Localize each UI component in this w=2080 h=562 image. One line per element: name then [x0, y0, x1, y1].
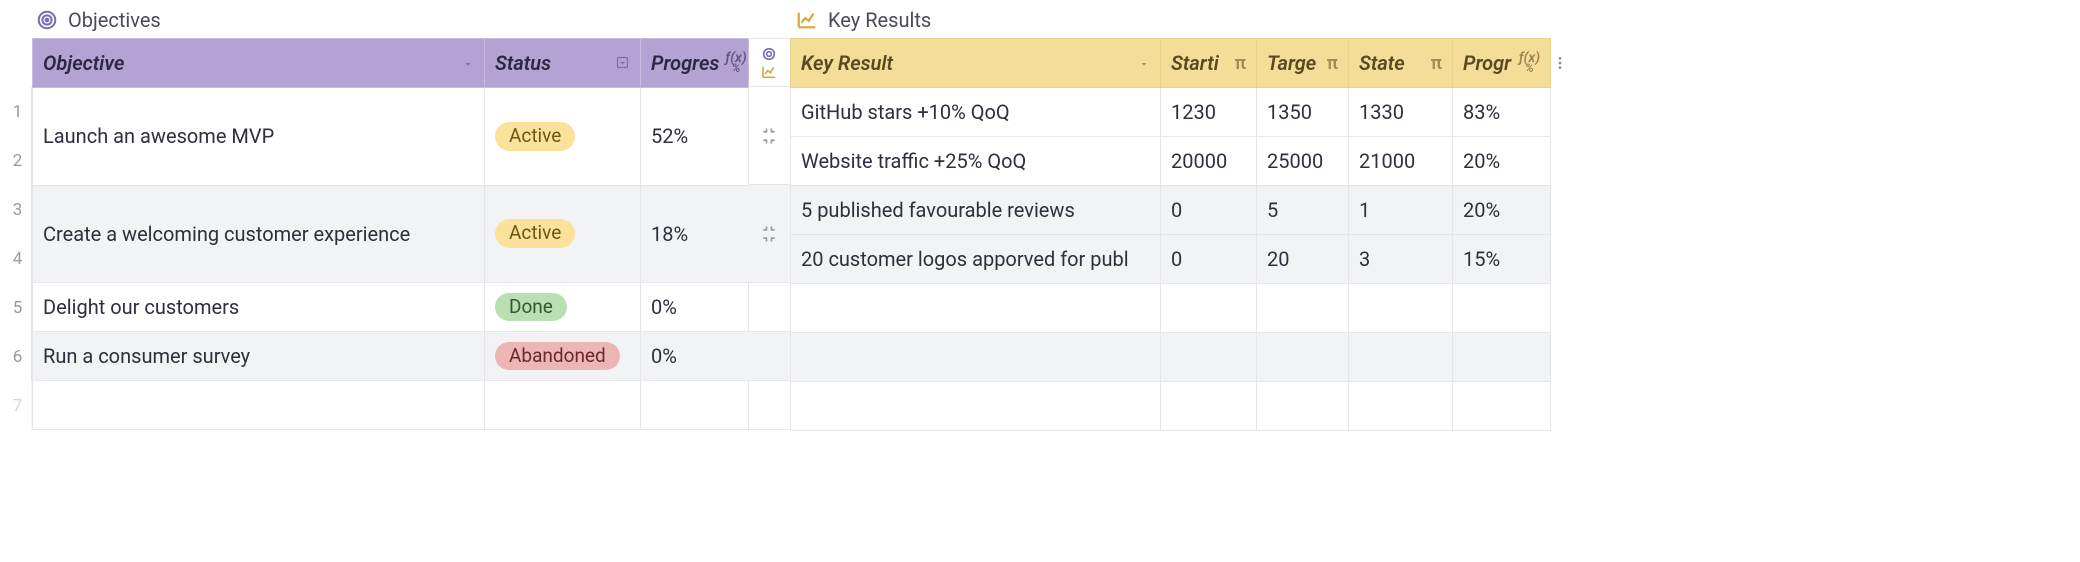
cell-progress[interactable]: 0%: [641, 283, 749, 332]
table-row[interactable]: 20 customer logos apporved for publ 0 20…: [791, 235, 1551, 284]
target-icon: [761, 46, 777, 62]
link-cell-empty: [748, 332, 790, 381]
row-number: 4: [4, 234, 32, 283]
link-col-header: [748, 38, 790, 87]
col-status[interactable]: Status: [485, 39, 641, 88]
row-number: 7: [4, 381, 32, 430]
cell-objective[interactable]: Launch an awesome MVP: [33, 88, 485, 186]
cell-state[interactable]: 1: [1349, 186, 1453, 235]
row-number: 1: [4, 87, 32, 136]
keyresults-title: Key Results: [828, 8, 931, 32]
cell-keyresult[interactable]: GitHub stars +10% QoQ: [791, 88, 1161, 137]
cell-keyresult[interactable]: 20 customer logos apporved for publ: [791, 235, 1161, 284]
cell-progress[interactable]: 18%: [641, 185, 749, 283]
link-cell-empty: [748, 283, 790, 332]
cell-starting[interactable]: 0: [1161, 186, 1257, 235]
cell-status[interactable]: Active: [485, 185, 641, 283]
cell-target[interactable]: 1350: [1257, 88, 1349, 137]
objectives-table[interactable]: Objective Status: [32, 38, 749, 430]
keyresults-header: Key Results: [790, 4, 2076, 38]
cell-target[interactable]: 5: [1257, 186, 1349, 235]
dropdown-icon[interactable]: [615, 51, 630, 75]
chart-line-icon: [796, 9, 818, 31]
col-objective[interactable]: Objective: [33, 39, 485, 88]
table-row[interactable]: GitHub stars +10% QoQ 1230 1350 1330 83%: [791, 88, 1551, 137]
col-label: State: [1359, 51, 1405, 75]
collapse-button[interactable]: [748, 87, 790, 185]
row-number-gutter: 1 2 3 4 5 6 7: [4, 38, 32, 430]
col-label: Progres: [651, 51, 719, 75]
col-key-result[interactable]: Key Result: [791, 39, 1161, 88]
col-label: Progr: [1463, 51, 1511, 75]
objectives-title: Objectives: [68, 8, 161, 32]
collapse-button[interactable]: [748, 185, 790, 283]
cell-state[interactable]: 1330: [1349, 88, 1453, 137]
objectives-header: Objectives: [4, 4, 748, 38]
cell-status[interactable]: Abandoned: [485, 332, 641, 381]
cell-starting[interactable]: 0: [1161, 235, 1257, 284]
pi-icon: π: [1431, 53, 1442, 74]
cell-keyresult[interactable]: Website traffic +25% QoQ: [791, 137, 1161, 186]
formula-icon: ƒ(x) %: [1519, 53, 1540, 74]
col-starting[interactable]: Starti π: [1161, 39, 1257, 88]
chevron-down-icon[interactable]: [1138, 51, 1150, 75]
cell-kr-progress[interactable]: 20%: [1453, 137, 1551, 186]
cell-starting[interactable]: 1230: [1161, 88, 1257, 137]
cell-keyresult[interactable]: 5 published favourable reviews: [791, 186, 1161, 235]
formula-icon: ƒ(x) %: [725, 53, 746, 74]
col-label: Objective: [43, 51, 124, 75]
link-cell-empty: [748, 381, 790, 430]
col-target[interactable]: Targe π: [1257, 39, 1349, 88]
chevron-down-icon[interactable]: [462, 51, 474, 75]
row-number: 6: [4, 332, 32, 381]
cell-progress[interactable]: 52%: [641, 88, 749, 186]
row-number: 2: [4, 136, 32, 185]
col-kr-progress[interactable]: Progr ƒ(x) %: [1453, 39, 1551, 88]
pi-icon: π: [1235, 53, 1246, 74]
table-row[interactable]: 5 published favourable reviews 0 5 1 20%: [791, 186, 1551, 235]
col-label: Status: [495, 51, 551, 75]
table-row-empty[interactable]: [33, 381, 749, 430]
cell-state[interactable]: 21000: [1349, 137, 1453, 186]
cell-target[interactable]: 25000: [1257, 137, 1349, 186]
table-row-empty[interactable]: [791, 284, 1551, 333]
table-row-empty[interactable]: [791, 382, 1551, 431]
cell-target[interactable]: 20: [1257, 235, 1349, 284]
col-label: Key Result: [801, 51, 893, 75]
target-icon: [36, 9, 58, 31]
col-label: Targe: [1267, 51, 1316, 75]
cell-kr-progress[interactable]: 15%: [1453, 235, 1551, 284]
cell-status[interactable]: Active: [485, 88, 641, 186]
cell-objective[interactable]: Run a consumer survey: [33, 332, 485, 381]
kebab-menu[interactable]: [1551, 38, 1569, 87]
col-progress[interactable]: Progres ƒ(x) %: [641, 39, 749, 88]
cell-status[interactable]: Done: [485, 283, 641, 332]
chart-line-icon: [761, 64, 777, 80]
status-badge: Active: [495, 219, 575, 248]
status-badge: Active: [495, 122, 575, 151]
table-row[interactable]: Website traffic +25% QoQ 20000 25000 210…: [791, 137, 1551, 186]
table-row[interactable]: Run a consumer survey Abandoned 0%: [33, 332, 749, 381]
cell-state[interactable]: 3: [1349, 235, 1453, 284]
cell-kr-progress[interactable]: 83%: [1453, 88, 1551, 137]
cell-objective[interactable]: Delight our customers: [33, 283, 485, 332]
table-row-empty[interactable]: [791, 333, 1551, 382]
cell-kr-progress[interactable]: 20%: [1453, 186, 1551, 235]
pi-icon: π: [1327, 53, 1338, 74]
cell-progress[interactable]: 0%: [641, 332, 749, 381]
col-state[interactable]: State π: [1349, 39, 1453, 88]
cell-objective[interactable]: Create a welcoming customer experience: [33, 185, 485, 283]
row-number: 5: [4, 283, 32, 332]
link-icon-column: [748, 4, 790, 431]
status-badge: Abandoned: [495, 342, 620, 371]
table-row[interactable]: Delight our customers Done 0%: [33, 283, 749, 332]
status-badge: Done: [495, 293, 567, 322]
col-label: Starti: [1171, 51, 1219, 75]
cell-starting[interactable]: 20000: [1161, 137, 1257, 186]
row-number: 3: [4, 185, 32, 234]
keyresults-table[interactable]: Key Result Starti π: [790, 38, 1551, 431]
